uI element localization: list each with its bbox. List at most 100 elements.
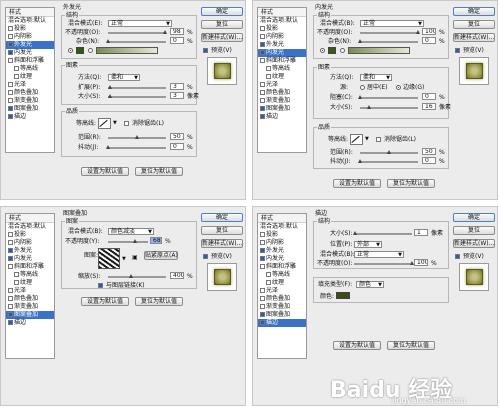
- sidebar-item-checkbox[interactable]: [260, 264, 265, 269]
- reset-default-button[interactable]: 复位为默认值: [387, 179, 435, 188]
- sidebar-item[interactable]: 纹理: [6, 279, 54, 287]
- sidebar-item-checkbox[interactable]: [8, 82, 13, 87]
- sidebar-item-checkbox[interactable]: [8, 42, 13, 47]
- sidebar-item-checkbox[interactable]: [14, 272, 19, 277]
- sidebar-item-checkbox[interactable]: [260, 34, 265, 39]
- blend-mode-select[interactable]: 正常 ▼: [354, 251, 404, 258]
- blend-mode-select[interactable]: 正常 ▼: [108, 20, 172, 27]
- ok-button[interactable]: 确定: [201, 213, 243, 222]
- sidebar-item[interactable]: 描边: [6, 319, 54, 327]
- size-slider[interactable]: [352, 231, 412, 235]
- sidebar-item-checkbox[interactable]: [8, 50, 13, 55]
- sidebar-item[interactable]: 颜色叠加: [258, 89, 306, 97]
- jitter-slider-handle[interactable]: [358, 159, 362, 163]
- size-input[interactable]: 3: [170, 92, 184, 99]
- sidebar-item[interactable]: 等高线: [258, 271, 306, 279]
- ok-button[interactable]: 确定: [201, 7, 243, 16]
- gradient-radio[interactable]: [88, 48, 93, 53]
- noise-slider[interactable]: [358, 39, 418, 43]
- sidebar-item[interactable]: 描边: [258, 113, 306, 121]
- sidebar-item-checkbox[interactable]: [8, 114, 13, 119]
- noise-slider-handle[interactable]: [106, 39, 110, 43]
- sidebar-item-checkbox[interactable]: [266, 74, 271, 79]
- sidebar-item-checkbox[interactable]: [8, 90, 13, 95]
- sidebar-item[interactable]: 渐变叠加: [6, 97, 54, 105]
- blend-options-item[interactable]: 混合选项:默认: [258, 223, 306, 231]
- sidebar-item-checkbox[interactable]: [260, 296, 265, 301]
- range-slider-handle[interactable]: [387, 150, 391, 154]
- sidebar-item[interactable]: 渐变叠加: [258, 97, 306, 105]
- sidebar-item-checkbox[interactable]: [266, 66, 271, 71]
- noise-slider[interactable]: [106, 39, 166, 43]
- jitter-input[interactable]: 0: [422, 157, 436, 164]
- sidebar-item[interactable]: 等高线: [6, 271, 54, 279]
- sidebar-item[interactable]: 等高线: [6, 65, 54, 73]
- sidebar-item[interactable]: 描边: [258, 319, 306, 327]
- fill-type-select[interactable]: 颜色 ▼: [356, 281, 384, 288]
- contour-chevron-icon[interactable]: ▼: [365, 136, 369, 143]
- make-default-button[interactable]: 设置为默认值: [333, 341, 381, 350]
- sidebar-item-checkbox[interactable]: [260, 304, 265, 309]
- sidebar-item-checkbox[interactable]: [8, 288, 13, 293]
- sidebar-item-checkbox[interactable]: [8, 312, 13, 317]
- sidebar-item[interactable]: 图案叠加: [258, 311, 306, 319]
- sidebar-item-checkbox[interactable]: [8, 106, 13, 111]
- glow-color-swatch[interactable]: [328, 47, 336, 54]
- spread-slider-handle[interactable]: [107, 85, 112, 89]
- glow-gradient-picker[interactable]: [96, 47, 158, 54]
- choke-slider-handle[interactable]: [358, 95, 362, 99]
- noise-input[interactable]: 0: [422, 37, 436, 44]
- size-slider-handle[interactable]: [352, 231, 357, 235]
- glow-color-swatch[interactable]: [76, 47, 84, 54]
- opacity-slider-handle[interactable]: [416, 30, 420, 34]
- spread-slider[interactable]: [107, 85, 166, 89]
- sidebar-item-checkbox[interactable]: [260, 26, 265, 31]
- sidebar-item[interactable]: 内阴影: [6, 33, 54, 41]
- make-default-button[interactable]: 设置为默认值: [333, 179, 381, 188]
- sidebar-item[interactable]: 纹理: [258, 73, 306, 81]
- snap-origin-button[interactable]: 贴紧原点(A): [144, 251, 178, 260]
- range-input[interactable]: 50: [422, 148, 436, 155]
- make-default-button[interactable]: 设置为默认值: [81, 297, 129, 306]
- edge-radio[interactable]: [396, 85, 401, 90]
- spread-input[interactable]: 3: [170, 83, 184, 90]
- opacity-input[interactable]: 68: [150, 237, 162, 244]
- sidebar-item[interactable]: 外发光: [6, 41, 54, 49]
- sidebar-item[interactable]: 投影: [6, 231, 54, 239]
- contour-chevron-icon[interactable]: ▼: [113, 120, 117, 127]
- range-input[interactable]: 50: [170, 133, 184, 140]
- sidebar-item[interactable]: 外发光: [258, 247, 306, 255]
- sidebar-item[interactable]: 图案叠加: [6, 105, 54, 113]
- new-style-button[interactable]: 新建样式(W)...: [453, 239, 495, 248]
- sidebar-item[interactable]: 图案叠加: [258, 105, 306, 113]
- gradient-radio[interactable]: [340, 48, 345, 53]
- range-slider[interactable]: [108, 135, 166, 139]
- sidebar-item[interactable]: 纹理: [258, 279, 306, 287]
- opacity-input[interactable]: 100: [422, 28, 436, 35]
- sidebar-item[interactable]: 斜面和浮雕: [6, 263, 54, 271]
- preview-checkbox[interactable]: [203, 254, 208, 259]
- choke-slider[interactable]: [358, 95, 418, 99]
- reset-button[interactable]: 复位: [453, 20, 495, 29]
- sidebar-item-checkbox[interactable]: [14, 74, 19, 79]
- size-slider[interactable]: [107, 94, 166, 98]
- sidebar-item-checkbox[interactable]: [8, 232, 13, 237]
- preview-checkbox[interactable]: [455, 254, 460, 259]
- opacity-slider[interactable]: [108, 30, 167, 34]
- sidebar-item[interactable]: 斜面和浮雕: [6, 57, 54, 65]
- sidebar-item-checkbox[interactable]: [260, 106, 265, 111]
- size-slider-handle[interactable]: [107, 94, 112, 98]
- reset-button[interactable]: 复位: [453, 226, 495, 235]
- stroke-color-swatch[interactable]: [336, 292, 350, 299]
- sidebar-item[interactable]: 斜面和浮雕: [258, 57, 306, 65]
- color-radio[interactable]: [68, 48, 73, 53]
- antialias-checkbox[interactable]: [124, 121, 129, 126]
- sidebar-item[interactable]: 图案叠加: [6, 311, 54, 319]
- sidebar-item-checkbox[interactable]: [260, 90, 265, 95]
- sidebar-item-checkbox[interactable]: [260, 288, 265, 293]
- sidebar-item-checkbox[interactable]: [260, 248, 265, 253]
- sidebar-item[interactable]: 渐变叠加: [6, 303, 54, 311]
- new-style-button[interactable]: 新建样式(W)...: [201, 239, 243, 248]
- sidebar-item[interactable]: 纹理: [6, 73, 54, 81]
- blend-options-item[interactable]: 混合选项:默认: [6, 223, 54, 231]
